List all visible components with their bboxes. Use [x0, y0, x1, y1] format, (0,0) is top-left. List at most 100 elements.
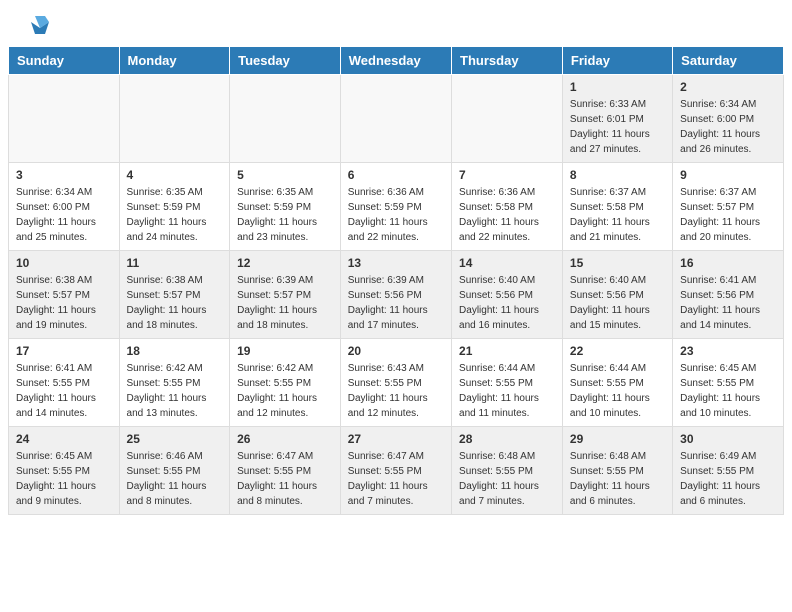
- calendar-day-cell: 10 Sunrise: 6:38 AMSunset: 5:57 PMDayligh…: [9, 251, 120, 339]
- weekday-header: Tuesday: [230, 47, 341, 75]
- calendar-day-cell: 2 Sunrise: 6:34 AMSunset: 6:00 PMDaylight…: [673, 75, 784, 163]
- day-info: Sunrise: 6:36 AMSunset: 5:59 PMDaylight:…: [348, 185, 444, 245]
- calendar-day-cell: 29 Sunrise: 6:48 AMSunset: 5:55 PMDayligh…: [562, 427, 672, 515]
- day-number: 2: [680, 80, 776, 94]
- day-info: Sunrise: 6:42 AMSunset: 5:55 PMDaylight:…: [127, 361, 223, 421]
- day-info: Sunrise: 6:35 AMSunset: 5:59 PMDaylight:…: [127, 185, 223, 245]
- day-info: Sunrise: 6:37 AMSunset: 5:58 PMDaylight:…: [570, 185, 665, 245]
- day-number: 6: [348, 168, 444, 182]
- weekday-header: Friday: [562, 47, 672, 75]
- calendar-day-cell: [452, 75, 563, 163]
- day-info: Sunrise: 6:47 AMSunset: 5:55 PMDaylight:…: [237, 449, 333, 509]
- calendar-day-cell: 6 Sunrise: 6:36 AMSunset: 5:59 PMDaylight…: [340, 163, 451, 251]
- calendar-day-cell: 15 Sunrise: 6:40 AMSunset: 5:56 PMDayligh…: [562, 251, 672, 339]
- calendar-day-cell: 11 Sunrise: 6:38 AMSunset: 5:57 PMDayligh…: [119, 251, 230, 339]
- day-number: 19: [237, 344, 333, 358]
- calendar-day-cell: 24 Sunrise: 6:45 AMSunset: 5:55 PMDayligh…: [9, 427, 120, 515]
- day-info: Sunrise: 6:44 AMSunset: 5:55 PMDaylight:…: [570, 361, 665, 421]
- calendar-day-cell: 17 Sunrise: 6:41 AMSunset: 5:55 PMDayligh…: [9, 339, 120, 427]
- day-info: Sunrise: 6:43 AMSunset: 5:55 PMDaylight:…: [348, 361, 444, 421]
- calendar-day-cell: 22 Sunrise: 6:44 AMSunset: 5:55 PMDayligh…: [562, 339, 672, 427]
- calendar-day-cell: 21Sunrise: 6:44 AMSunset: 5:55 PMDayligh…: [452, 339, 563, 427]
- weekday-header: Sunday: [9, 47, 120, 75]
- day-info: Sunrise: 6:38 AMSunset: 5:57 PMDaylight:…: [16, 273, 112, 333]
- day-info: Sunrise: 6:35 AMSunset: 5:59 PMDaylight:…: [237, 185, 333, 245]
- calendar-day-cell: 14 Sunrise: 6:40 AMSunset: 5:56 PMDayligh…: [452, 251, 563, 339]
- calendar-day-cell: 19Sunrise: 6:42 AMSunset: 5:55 PMDayligh…: [230, 339, 341, 427]
- day-number: 9: [680, 168, 776, 182]
- weekday-header: Saturday: [673, 47, 784, 75]
- calendar-wrapper: SundayMondayTuesdayWednesdayThursdayFrid…: [0, 46, 792, 523]
- day-number: 4: [127, 168, 223, 182]
- calendar-day-cell: 28Sunrise: 6:48 AMSunset: 5:55 PMDayligh…: [452, 427, 563, 515]
- calendar-day-cell: 27 Sunrise: 6:47 AMSunset: 5:55 PMDayligh…: [340, 427, 451, 515]
- calendar-week-row: 24 Sunrise: 6:45 AMSunset: 5:55 PMDayligh…: [9, 427, 784, 515]
- weekday-header: Monday: [119, 47, 230, 75]
- day-info: Sunrise: 6:45 AMSunset: 5:55 PMDaylight:…: [680, 361, 776, 421]
- calendar-day-cell: 4 Sunrise: 6:35 AMSunset: 5:59 PMDaylight…: [119, 163, 230, 251]
- day-info: Sunrise: 6:41 AMSunset: 5:55 PMDaylight:…: [16, 361, 112, 421]
- day-number: 28: [459, 432, 555, 446]
- day-number: 24: [16, 432, 112, 446]
- day-info: Sunrise: 6:40 AMSunset: 5:56 PMDaylight:…: [570, 273, 665, 333]
- calendar-week-row: 3Sunrise: 6:34 AMSunset: 6:00 PMDaylight…: [9, 163, 784, 251]
- calendar-day-cell: 25 Sunrise: 6:46 AMSunset: 5:55 PMDayligh…: [119, 427, 230, 515]
- day-number: 22: [570, 344, 665, 358]
- day-number: 11: [127, 256, 223, 270]
- day-info: Sunrise: 6:45 AMSunset: 5:55 PMDaylight:…: [16, 449, 112, 509]
- calendar-day-cell: 3Sunrise: 6:34 AMSunset: 6:00 PMDaylight…: [9, 163, 120, 251]
- day-number: 12: [237, 256, 333, 270]
- day-info: Sunrise: 6:36 AMSunset: 5:58 PMDaylight:…: [459, 185, 555, 245]
- day-info: Sunrise: 6:34 AMSunset: 6:00 PMDaylight:…: [680, 97, 776, 157]
- day-number: 1: [570, 80, 665, 94]
- calendar-day-cell: 7 Sunrise: 6:36 AMSunset: 5:58 PMDaylight…: [452, 163, 563, 251]
- day-info: Sunrise: 6:48 AMSunset: 5:55 PMDaylight:…: [570, 449, 665, 509]
- page-header: [0, 0, 792, 46]
- calendar-day-cell: [119, 75, 230, 163]
- logo-icon: [27, 14, 53, 40]
- calendar-table: SundayMondayTuesdayWednesdayThursdayFrid…: [8, 46, 784, 515]
- day-info: Sunrise: 6:34 AMSunset: 6:00 PMDaylight:…: [16, 185, 112, 245]
- day-number: 30: [680, 432, 776, 446]
- calendar-day-cell: 1Sunrise: 6:33 AMSunset: 6:01 PMDaylight…: [562, 75, 672, 163]
- day-number: 15: [570, 256, 665, 270]
- logo: [24, 18, 53, 36]
- calendar-week-row: 17 Sunrise: 6:41 AMSunset: 5:55 PMDayligh…: [9, 339, 784, 427]
- day-number: 25: [127, 432, 223, 446]
- day-number: 18: [127, 344, 223, 358]
- calendar-day-cell: [340, 75, 451, 163]
- day-number: 13: [348, 256, 444, 270]
- day-info: Sunrise: 6:38 AMSunset: 5:57 PMDaylight:…: [127, 273, 223, 333]
- day-number: 20: [348, 344, 444, 358]
- calendar-day-cell: 5 Sunrise: 6:35 AMSunset: 5:59 PMDaylight…: [230, 163, 341, 251]
- day-number: 29: [570, 432, 665, 446]
- calendar-day-cell: [9, 75, 120, 163]
- day-number: 26: [237, 432, 333, 446]
- day-number: 17: [16, 344, 112, 358]
- weekday-header: Wednesday: [340, 47, 451, 75]
- day-info: Sunrise: 6:49 AMSunset: 5:55 PMDaylight:…: [680, 449, 776, 509]
- calendar-week-row: 1Sunrise: 6:33 AMSunset: 6:01 PMDaylight…: [9, 75, 784, 163]
- calendar-day-cell: 8Sunrise: 6:37 AMSunset: 5:58 PMDaylight…: [562, 163, 672, 251]
- day-number: 14: [459, 256, 555, 270]
- day-info: Sunrise: 6:40 AMSunset: 5:56 PMDaylight:…: [459, 273, 555, 333]
- calendar-day-cell: 20 Sunrise: 6:43 AMSunset: 5:55 PMDayligh…: [340, 339, 451, 427]
- calendar-day-cell: 9Sunrise: 6:37 AMSunset: 5:57 PMDaylight…: [673, 163, 784, 251]
- calendar-day-cell: 26 Sunrise: 6:47 AMSunset: 5:55 PMDayligh…: [230, 427, 341, 515]
- calendar-day-cell: 18 Sunrise: 6:42 AMSunset: 5:55 PMDayligh…: [119, 339, 230, 427]
- calendar-day-cell: 12 Sunrise: 6:39 AMSunset: 5:57 PMDayligh…: [230, 251, 341, 339]
- calendar-day-cell: 23Sunrise: 6:45 AMSunset: 5:55 PMDayligh…: [673, 339, 784, 427]
- day-number: 5: [237, 168, 333, 182]
- day-number: 10: [16, 256, 112, 270]
- calendar-day-cell: 30 Sunrise: 6:49 AMSunset: 5:55 PMDayligh…: [673, 427, 784, 515]
- calendar-day-cell: 13 Sunrise: 6:39 AMSunset: 5:56 PMDayligh…: [340, 251, 451, 339]
- day-info: Sunrise: 6:39 AMSunset: 5:57 PMDaylight:…: [237, 273, 333, 333]
- day-number: 27: [348, 432, 444, 446]
- calendar-header-row: SundayMondayTuesdayWednesdayThursdayFrid…: [9, 47, 784, 75]
- day-info: Sunrise: 6:46 AMSunset: 5:55 PMDaylight:…: [127, 449, 223, 509]
- day-number: 16: [680, 256, 776, 270]
- day-info: Sunrise: 6:39 AMSunset: 5:56 PMDaylight:…: [348, 273, 444, 333]
- day-info: Sunrise: 6:47 AMSunset: 5:55 PMDaylight:…: [348, 449, 444, 509]
- weekday-header: Thursday: [452, 47, 563, 75]
- day-number: 7: [459, 168, 555, 182]
